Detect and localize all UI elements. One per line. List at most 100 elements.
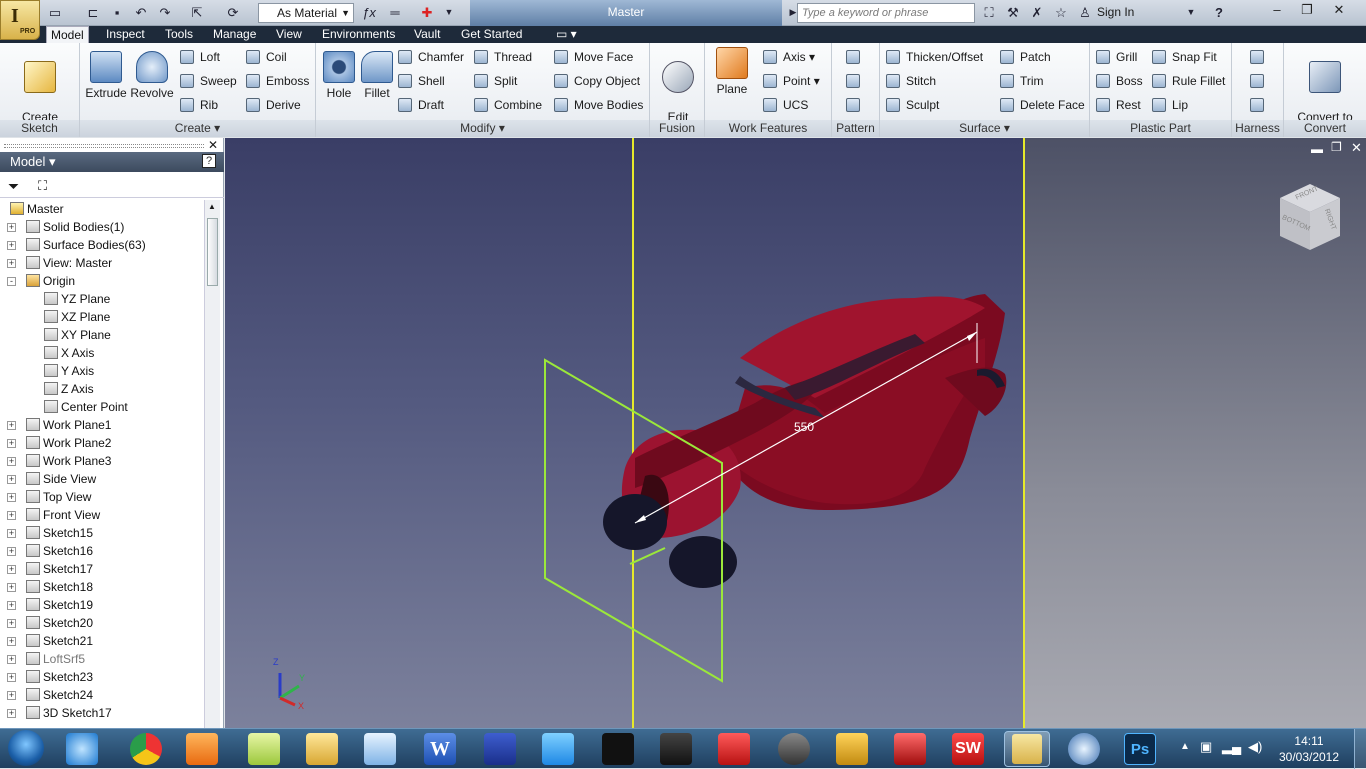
expand-icon[interactable]: + [7, 637, 16, 646]
tree-item[interactable]: Sketch16 [26, 542, 93, 560]
emboss-button[interactable]: Emboss [246, 71, 309, 91]
tree-item[interactable]: View: Master [26, 254, 112, 272]
rest-button[interactable]: Rest [1096, 95, 1141, 115]
binoculars-icon[interactable]: ⛶ [980, 4, 998, 21]
update-icon[interactable]: ⟳ [224, 4, 242, 21]
move-face-button[interactable]: Move Face [554, 47, 633, 67]
harness-properties-button[interactable] [1250, 71, 1270, 91]
browser-help-icon[interactable]: ? [202, 154, 216, 168]
tree-scrollbar[interactable]: ▲ [204, 200, 220, 728]
boss-button[interactable]: Boss [1096, 71, 1143, 91]
application-menu-button[interactable]: I PRO [0, 0, 40, 40]
device-tray-icon[interactable]: ▣ [1200, 739, 1212, 755]
inkscape-icon[interactable] [602, 733, 634, 765]
tree-item[interactable]: Sketch23 [26, 668, 93, 686]
fillet-button[interactable]: Fillet [358, 51, 396, 100]
tree-item[interactable]: Side View [26, 470, 96, 488]
mirror-button[interactable] [846, 95, 866, 115]
expand-icon[interactable]: + [7, 565, 16, 574]
close-button[interactable]: ✕ [1324, 0, 1354, 20]
car-body-model[interactable] [603, 294, 1007, 588]
tab-inspect[interactable]: Inspect [102, 26, 149, 43]
circular-pattern-button[interactable] [846, 71, 866, 91]
tab-vault[interactable]: Vault [410, 26, 444, 43]
coil-button[interactable]: Coil [246, 47, 287, 67]
panel-title-create[interactable]: Create ▾ [80, 120, 315, 137]
select-icon[interactable]: ⇱ [188, 4, 206, 21]
expand-icon[interactable]: + [7, 601, 16, 610]
chrome-icon[interactable] [130, 733, 162, 765]
system-clock[interactable]: 14:11 30/03/2012 [1274, 733, 1344, 765]
3ds-max-icon[interactable] [778, 733, 810, 765]
save-icon[interactable]: ▪ [108, 4, 126, 21]
dropbox-icon[interactable] [542, 733, 574, 765]
open-folder-icon[interactable]: ⊏ [84, 4, 102, 21]
scroll-up-icon[interactable]: ▲ [208, 202, 216, 211]
show-desktop-button[interactable] [1354, 729, 1366, 769]
combine-button[interactable]: Combine [474, 95, 542, 115]
notepad-icon[interactable] [364, 733, 396, 765]
tree-item[interactable]: Master [10, 200, 64, 218]
wrench-icon[interactable]: ⚒ [1004, 4, 1022, 21]
axis-button[interactable]: Axis ▾ [763, 47, 815, 67]
volume-icon[interactable]: ◀) [1248, 739, 1262, 755]
expand-icon[interactable]: + [7, 475, 16, 484]
tree-item[interactable]: Sketch18 [26, 578, 93, 596]
tab-view[interactable]: View [272, 26, 306, 43]
undo-icon[interactable]: ↶ [132, 4, 150, 21]
tab-model[interactable]: Model [46, 26, 89, 43]
keyshot-icon[interactable] [1068, 733, 1100, 765]
draft-button[interactable]: Draft [398, 95, 444, 115]
revolve-button[interactable]: Revolve [130, 51, 174, 100]
lip-button[interactable]: Lip [1152, 95, 1188, 115]
panel-title-surface[interactable]: Surface ▾ [880, 120, 1089, 137]
photoshop-icon[interactable]: Ps [1124, 733, 1156, 765]
parameters-fx-icon[interactable]: ƒx [360, 4, 378, 21]
ucs-button[interactable]: UCS [763, 95, 808, 115]
sign-in-link[interactable]: Sign In [1097, 5, 1134, 19]
subscription-icon[interactable]: ✗ [1028, 4, 1046, 21]
chamfer-button[interactable]: Chamfer [398, 47, 464, 67]
solid-edge-icon[interactable] [894, 733, 926, 765]
expand-icon[interactable]: + [7, 439, 16, 448]
tree-item[interactable]: Solid Bodies(1) [26, 218, 124, 236]
derive-button[interactable]: Derive [246, 95, 301, 115]
expand-icon[interactable]: + [7, 529, 16, 538]
autocad-icon[interactable] [718, 733, 750, 765]
search-input[interactable]: Type a keyword or phrase [797, 3, 975, 23]
graphics-window[interactable]: ▬ ❐ ✕ 550 Z Y X FRONT BOTTOM RIGHT [225, 138, 1366, 728]
trim-button[interactable]: Trim [1000, 71, 1044, 91]
expand-icon[interactable]: + [7, 673, 16, 682]
tree-item[interactable]: 3D Sketch17 [26, 704, 112, 722]
inventor-taskbar-button[interactable] [1004, 731, 1050, 767]
tree-item[interactable]: YZ Plane [44, 290, 110, 308]
measure-icon[interactable]: ═ [386, 4, 404, 21]
show-hidden-icons-icon[interactable]: ▲ [1180, 741, 1190, 752]
panel-title-modify[interactable]: Modify ▾ [316, 120, 649, 137]
appearance-plus-icon[interactable]: ✚ [418, 4, 436, 21]
network-icon[interactable]: ▂▄ [1222, 739, 1241, 755]
tab-get-started[interactable]: Get Started [457, 26, 526, 43]
start-button[interactable] [8, 730, 44, 766]
move-bodies-button[interactable]: Move Bodies [554, 95, 643, 115]
tree-item[interactable]: LoftSrf5 [26, 650, 85, 668]
tree-item[interactable]: XZ Plane [44, 308, 110, 326]
hole-button[interactable]: Hole [320, 51, 358, 100]
sculpt-button[interactable]: Sculpt [886, 95, 939, 115]
expand-icon[interactable]: + [7, 421, 16, 430]
video-options-icon[interactable]: ▭ ▾ [552, 26, 581, 43]
tree-item[interactable]: Sketch15 [26, 524, 93, 542]
patch-button[interactable]: Patch [1000, 47, 1051, 67]
tree-item[interactable]: Sketch24 [26, 686, 93, 704]
new-file-icon[interactable]: ▭ [46, 4, 64, 21]
material-select[interactable]: As Material ▼ [258, 3, 354, 23]
media-player-icon[interactable] [186, 733, 218, 765]
snap-fit-button[interactable]: Snap Fit [1152, 47, 1217, 67]
expand-icon[interactable]: + [7, 457, 16, 466]
tree-item[interactable]: Y Axis [44, 362, 94, 380]
dimension-value[interactable]: 550 [794, 420, 814, 434]
scroll-thumb[interactable] [207, 218, 218, 286]
sticky-notes-icon[interactable] [248, 733, 280, 765]
expand-icon[interactable]: + [7, 691, 16, 700]
restore-button[interactable]: ❐ [1292, 0, 1322, 20]
